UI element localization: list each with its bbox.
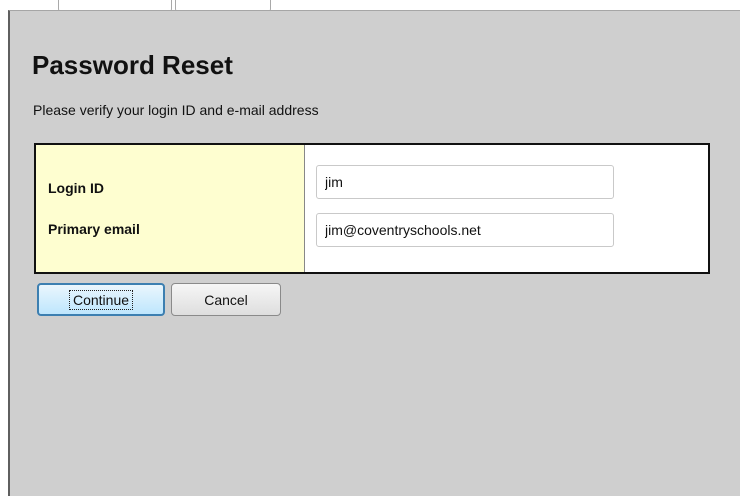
primary-email-label: Primary email xyxy=(48,221,140,237)
primary-email-input[interactable] xyxy=(316,213,614,247)
form-label-column: Login ID Primary email xyxy=(36,145,305,272)
login-id-label: Login ID xyxy=(48,180,104,196)
continue-button-label: Continue xyxy=(68,289,134,310)
form-value-column xyxy=(305,145,708,272)
browser-top-strip xyxy=(0,0,740,14)
page-title: Password Reset xyxy=(32,50,233,80)
login-id-input[interactable] xyxy=(316,165,614,199)
page-subtitle: Please verify your login ID and e-mail a… xyxy=(33,102,319,118)
verification-form: Login ID Primary email xyxy=(34,143,710,274)
cancel-button[interactable]: Cancel xyxy=(171,283,281,316)
continue-button[interactable]: Continue xyxy=(37,283,165,316)
